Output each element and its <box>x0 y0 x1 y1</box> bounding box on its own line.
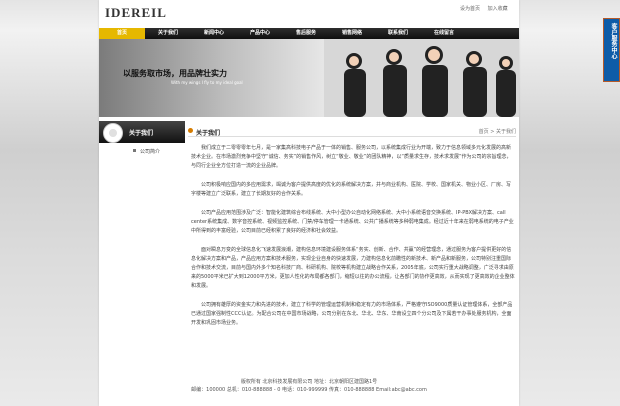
site-logo[interactable]: IDEREIL <box>105 5 167 21</box>
sidebar-circle-icon <box>103 123 123 143</box>
breadcrumb[interactable]: 首页 > 关于我们 <box>479 128 516 135</box>
nav-about[interactable]: 关于我们 <box>145 28 191 39</box>
footer-line-1: 版权所有 北京科技发展有限公司 地址：北京朝阳区建国路1号 <box>240 379 378 385</box>
nav-news[interactable]: 新闻中心 <box>191 28 237 39</box>
nav-products[interactable]: 产品中心 <box>237 28 283 39</box>
banner-people-image <box>324 39 519 117</box>
top-links: 设为首页 加入收藏 <box>454 5 508 12</box>
content-paragraph: 面对瞬息万变的全球信息化飞速发展浪潮，建构信息环境建设服务体系“务实、创新、合作… <box>191 247 515 289</box>
nav-contact[interactable]: 联系我们 <box>375 28 421 39</box>
main-nav: 首页 关于我们 新闻中心 产品中心 售后服务 销售网络 联系我们 在线留言 <box>99 28 519 39</box>
content-header: 关于我们 首页 > 关于我们 <box>188 126 516 137</box>
sidebar-item-company-profile[interactable]: 公司简介 <box>140 148 160 155</box>
footer: 版权所有 北京科技发展有限公司 地址：北京朝阳区建国路1号 邮编：100000 … <box>99 378 519 406</box>
customer-service-tab[interactable]: 客户服务中心 <box>603 18 620 82</box>
nav-message[interactable]: 在线留言 <box>421 28 467 39</box>
title-dot-icon <box>188 128 193 133</box>
set-homepage-link[interactable]: 设为首页 <box>460 6 480 12</box>
banner-sub: With my wings I fly to my ideal goal <box>171 80 243 85</box>
sidebar-title: 关于我们 <box>129 130 154 137</box>
banner: 以服务取市场，用品牌壮实力 With my wings I fly to my … <box>99 39 519 117</box>
sidebar-header: 关于我们 <box>99 121 185 143</box>
content-paragraph: 公司产品应用范围涉及广泛：智能化建筑综合布线系统、大中小型办公自动化网络系统、大… <box>191 210 514 234</box>
nav-service[interactable]: 售后服务 <box>283 28 329 39</box>
add-favorite-link[interactable]: 加入收藏 <box>488 6 508 12</box>
content-title: 关于我们 <box>196 130 221 137</box>
banner-slogan: 以服务取市场，用品牌壮实力 <box>123 69 227 78</box>
content-paragraph: 公司积极响应国内的多应用需求，竭诚为客户提供高度的优化的系统解决方案，并与商业机… <box>191 182 512 197</box>
nav-sales[interactable]: 销售网络 <box>329 28 375 39</box>
content-paragraph: 公司拥有雄厚的资金实力和先进的技术，建立了科学的管理运营机制和稳定有力的市场体系… <box>191 302 513 326</box>
nav-home[interactable]: 首页 <box>99 28 145 39</box>
customer-service-label: 客户服务中心 <box>610 23 617 59</box>
content-paragraph: 我们成立于二零零零年七月，是一家集高科技电子产品于一体的销售、服务公司，以系统集… <box>191 145 512 169</box>
bullet-icon <box>133 149 136 152</box>
content-body: 我们成立于二零零零年七月，是一家集高科技电子产品于一体的销售、服务公司，以系统集… <box>191 144 515 338</box>
footer-line-2: 邮编：100000 总机：010-888888 - 0 电话：010-99999… <box>191 387 427 393</box>
